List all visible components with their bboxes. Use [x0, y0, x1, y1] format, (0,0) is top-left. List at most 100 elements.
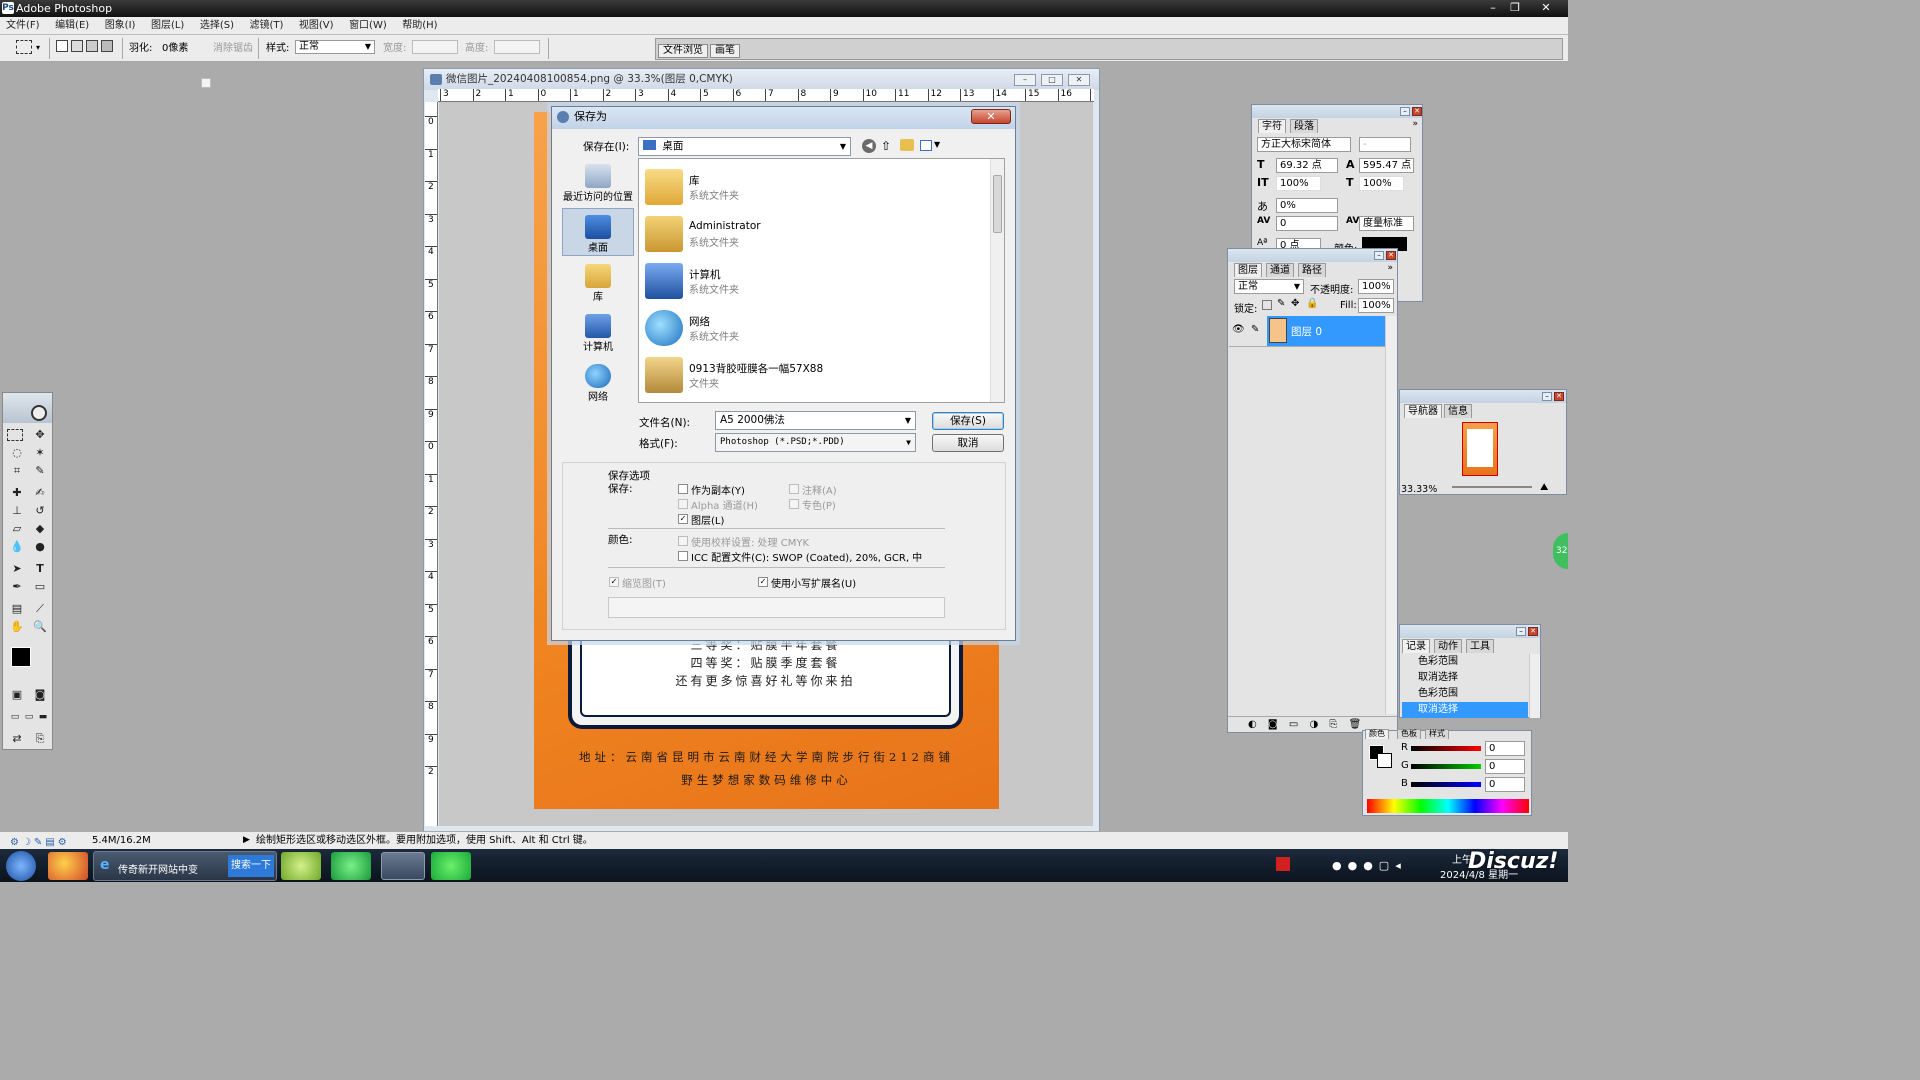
menu-layer[interactable]: 图层(L) [145, 17, 190, 35]
brush-tool-icon[interactable]: ✍ [30, 485, 50, 501]
tab-navigator[interactable]: 导航器 [1404, 404, 1442, 418]
new-set-icon[interactable]: ▭ [1289, 719, 1298, 730]
leaf-app-icon[interactable] [281, 852, 321, 880]
feather-value[interactable]: 0像素 [162, 42, 188, 55]
wechat-icon[interactable] [431, 852, 471, 880]
new-folder-icon[interactable] [900, 139, 914, 151]
kerning-input[interactable]: 0 [1276, 216, 1338, 231]
list-item[interactable]: 0913背胶哑膜各一幅57X88 文件夹 [643, 353, 983, 397]
clone-stamp-tool-icon[interactable]: ⊥ [7, 503, 27, 519]
history-brush-tool-icon[interactable]: ↺ [30, 503, 50, 519]
adjustment-layer-icon[interactable]: ◑ [1309, 719, 1318, 730]
tab-tools[interactable]: 工具 [1466, 639, 1494, 653]
up-folder-icon[interactable]: ⇧ [881, 139, 891, 153]
lock-all-icon[interactable]: 🔒 [1306, 298, 1318, 309]
menu-edit[interactable]: 编辑(E) [49, 17, 95, 35]
search-button[interactable]: 搜索一下 [228, 855, 274, 877]
format-select[interactable]: Photoshop (*.PSD;*.PDD) ▼ [715, 433, 916, 452]
floating-badge[interactable]: 32 [1553, 533, 1568, 569]
as-copy-checkbox[interactable] [678, 484, 688, 494]
tray-icons[interactable]: ●●●▢◂ [1332, 859, 1407, 872]
menu-select[interactable]: 选择(S) [194, 17, 240, 35]
eyedropper-tool-icon[interactable]: ⟋ [30, 601, 50, 617]
tab-paths[interactable]: 路径 [1298, 263, 1326, 277]
trash-icon[interactable]: 🗑 [1349, 719, 1362, 730]
list-item[interactable]: 计算机 系统文件夹 [643, 259, 983, 303]
panel-header[interactable] [1252, 105, 1422, 118]
tab-history[interactable]: 记录 [1402, 639, 1430, 653]
view-menu-icon[interactable] [920, 140, 932, 151]
thumbnail-checkbox[interactable]: ✓ [609, 577, 619, 587]
lock-paint-icon[interactable]: ✎ [1277, 298, 1285, 309]
doc-close-button[interactable]: ✕ [1068, 74, 1090, 86]
tab-channels[interactable]: 通道 [1266, 263, 1294, 277]
tab-character[interactable]: 字符 [1258, 119, 1286, 133]
save-in-select[interactable]: 桌面 ▼ [638, 137, 851, 156]
place-network[interactable]: 网络 [562, 364, 634, 403]
spot-colors-checkbox[interactable] [789, 499, 799, 509]
eraser-tool-icon[interactable]: ▱ [7, 521, 27, 537]
place-recent[interactable]: 最近访问的位置 [562, 164, 634, 203]
height-input[interactable] [494, 40, 540, 54]
vertical-scale-input[interactable]: 100% [1276, 176, 1321, 191]
tab-paragraph[interactable]: 段落 [1290, 119, 1318, 133]
b-slider[interactable] [1411, 782, 1481, 787]
tab-info[interactable]: 信息 [1444, 404, 1472, 418]
pinned-app-icon[interactable] [48, 852, 88, 880]
place-library[interactable]: 库 [562, 264, 634, 303]
marquee-tool-icon[interactable] [7, 429, 23, 441]
tracking-input[interactable]: 度量标准 [1359, 216, 1414, 231]
history-item-selected[interactable]: 取消选择 [1402, 702, 1528, 718]
move-tool-icon[interactable]: ✥ [30, 427, 50, 443]
brush-link-icon[interactable]: ✎ [1251, 324, 1259, 335]
tsume-input[interactable]: 0% [1276, 198, 1338, 213]
list-item[interactable]: 网络 系统文件夹 [643, 306, 983, 350]
flag-icon[interactable] [1276, 857, 1290, 871]
history-item[interactable]: 色彩范围 [1402, 654, 1528, 670]
file-list[interactable]: 库 系统文件夹 Administrator 系统文件夹 计算机 系统文件夹 网络… [638, 158, 1005, 403]
place-desktop[interactable]: 桌面 [562, 208, 634, 256]
history-item[interactable]: 色彩范围 [1402, 686, 1528, 702]
r-slider[interactable] [1411, 746, 1481, 751]
marquee-tool-icon[interactable] [16, 40, 32, 54]
back-icon[interactable]: ◀ [862, 139, 876, 153]
close-button[interactable]: ✕ [1535, 0, 1557, 17]
tab-color[interactable]: 颜色 [1365, 729, 1389, 739]
standard-mode-icon[interactable]: ▣ [7, 687, 27, 703]
lock-move-icon[interactable]: ✥ [1291, 298, 1299, 309]
horizontal-scale-input[interactable]: 100% [1359, 176, 1404, 191]
photoshop-eye-icon[interactable] [31, 405, 47, 421]
ie-taskbar-button[interactable]: e 传奇新开网站中变 搜索一下 [93, 851, 277, 881]
menu-window[interactable]: 窗口(W) [343, 17, 393, 35]
add-selection-icon[interactable] [71, 40, 83, 52]
width-input[interactable] [412, 40, 458, 54]
antialias-checkbox[interactable] [201, 78, 211, 88]
tool-preset-arrow-icon[interactable]: ▾ [36, 41, 40, 54]
lasso-tool-icon[interactable]: ◌ [7, 445, 27, 461]
menu-image[interactable]: 图象(I) [99, 17, 142, 35]
tab-brushes[interactable]: 画笔 [710, 44, 740, 58]
panel-minimize-icon[interactable]: – [1400, 107, 1410, 116]
panel-menu-icon[interactable]: » [1412, 119, 1418, 129]
jump-to-imageready-icon[interactable]: ⇄ [7, 731, 27, 747]
screen-mode-full-icon[interactable]: ▬ [33, 709, 53, 725]
tab-swatches[interactable]: 色板 [1397, 729, 1421, 739]
navigator-zoom-value[interactable]: 33.33% [1401, 484, 1437, 495]
font-size-input[interactable]: 69.32 点 [1276, 158, 1338, 173]
tab-layers[interactable]: 图层 [1234, 263, 1262, 277]
lock-transparency-icon[interactable] [1262, 300, 1272, 310]
filename-input[interactable]: A5 2000佛法 ▼ [715, 411, 916, 430]
save-button[interactable]: 保存(S) [932, 412, 1004, 430]
panel-minimize-icon[interactable]: – [1516, 627, 1526, 636]
chevron-down-icon[interactable]: ▼ [934, 140, 940, 149]
file-list-scrollbar[interactable] [990, 159, 1004, 402]
doc-minimize-button[interactable]: – [1014, 74, 1036, 86]
menu-help[interactable]: 帮助(H) [396, 17, 443, 35]
style-select[interactable]: 正常 ▼ [295, 40, 375, 54]
history-scrollbar[interactable] [1529, 654, 1540, 718]
layer-style-icon[interactable]: ◐ [1248, 719, 1257, 730]
notes-tool-icon[interactable]: ▤ [7, 601, 27, 617]
menu-view[interactable]: 视图(V) [293, 17, 340, 35]
panel-close-icon[interactable]: ✕ [1412, 107, 1422, 116]
r-input[interactable]: 0 [1485, 741, 1525, 756]
